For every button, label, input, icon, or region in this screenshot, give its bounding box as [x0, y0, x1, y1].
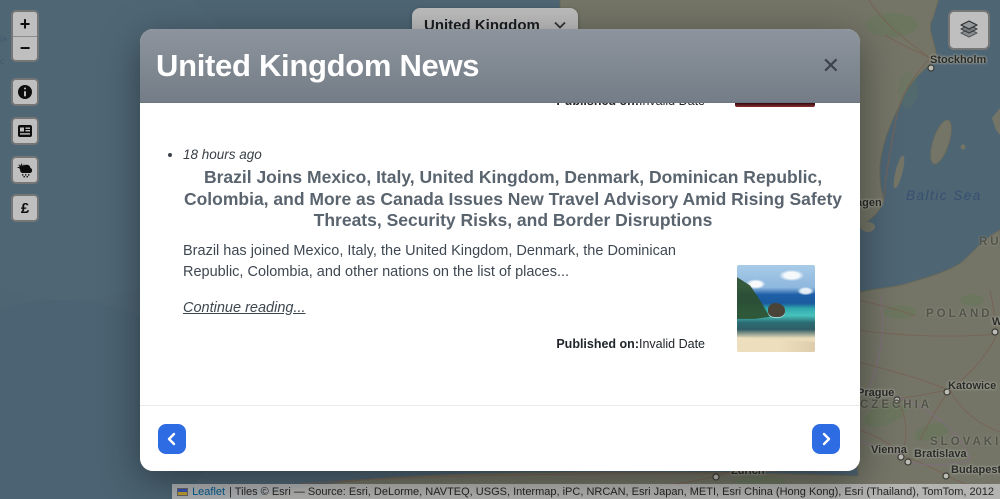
published-label: Published on: [556, 103, 639, 108]
thumbnail-hill [737, 277, 770, 319]
article-headline: Brazil Joins Mexico, Italy, United Kingd… [183, 167, 843, 232]
published-value: Invalid Date [639, 103, 705, 108]
previous-page-button[interactable] [158, 424, 186, 454]
modal-title: United Kingdom News [156, 48, 479, 84]
next-page-button[interactable] [812, 424, 840, 454]
published-label: Published on: [556, 337, 639, 351]
article-list: 18 hours ago Brazil Joins Mexico, Italy,… [170, 146, 835, 351]
chevron-left-icon [163, 430, 181, 448]
modal-footer [140, 405, 860, 471]
news-article: 18 hours ago Brazil Joins Mexico, Italy,… [183, 146, 835, 351]
continue-reading-link[interactable]: Continue reading... [183, 300, 306, 316]
close-button[interactable]: ✕ [822, 55, 840, 77]
map-app-page: Stockholm Baltic Sea agen RUS POLAND W K… [0, 0, 1000, 499]
chevron-right-icon [817, 430, 835, 448]
thumbnail-rock [768, 303, 785, 317]
previous-article-published: Published on:Invalid Date [140, 103, 705, 108]
article-thumbnail [737, 265, 815, 352]
modal-body: Published on:Invalid Date 18 hours ago B… [140, 103, 860, 405]
article-time-ago: 18 hours ago [183, 147, 835, 162]
published-value: Invalid Date [639, 337, 705, 351]
previous-article-thumbnail-partial [735, 103, 815, 107]
article-published: Published on:Invalid Date [183, 337, 705, 351]
news-modal: United Kingdom News ✕ Published on:Inval… [140, 29, 860, 471]
modal-header: United Kingdom News ✕ [140, 29, 860, 103]
thumbnail-beach [737, 329, 815, 352]
article-excerpt: Brazil has joined Mexico, Italy, the Uni… [183, 241, 718, 284]
